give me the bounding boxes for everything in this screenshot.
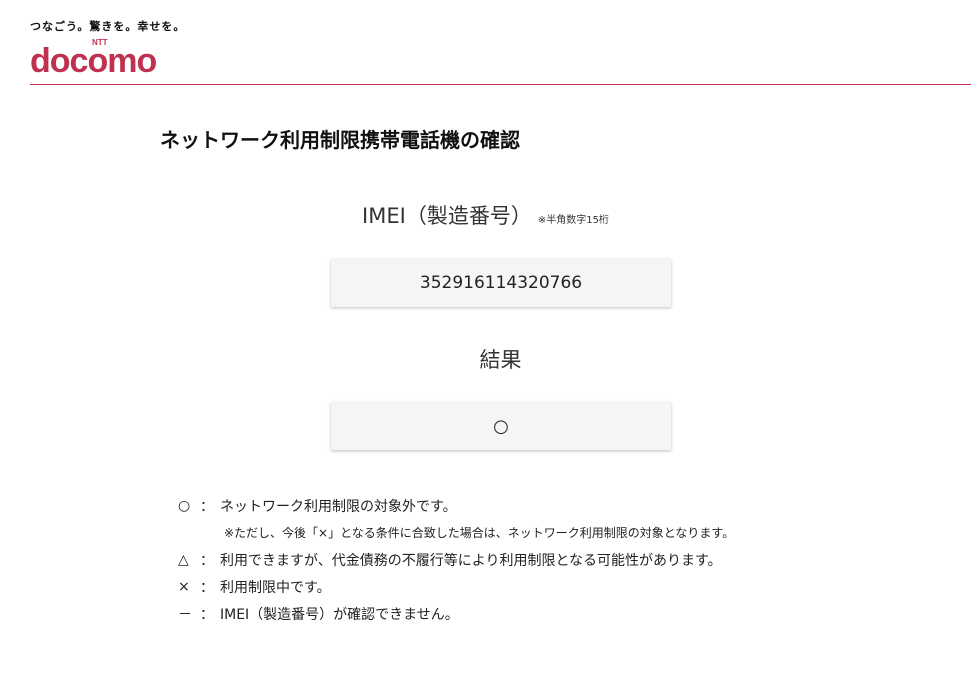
imei-value-box: 352916114320766 bbox=[331, 259, 671, 307]
imei-value: 352916114320766 bbox=[419, 273, 583, 293]
legend-note: ※ただし、今後「×」となる条件に合致した場合は、ネットワーク利用制限の対象となり… bbox=[224, 526, 735, 540]
result-value-box: ○ bbox=[331, 402, 671, 450]
legend-symbol: × bbox=[178, 578, 190, 595]
docomo-logo[interactable]: NTT docomo bbox=[30, 34, 180, 78]
site-header: つなごう。驚きを。幸せを。 NTT docomo bbox=[0, 0, 971, 86]
result-legend: ○ ： ネットワーク利用制限の対象外です。 ※ただし、今後「×」となる条件に合致… bbox=[178, 492, 734, 627]
page-title: ネットワーク利用制限携帯電話機の確認 bbox=[160, 128, 520, 152]
imei-note: ※半角数字15桁 bbox=[537, 215, 609, 226]
legend-row-unknown: － ： IMEI（製造番号）が確認できません。 bbox=[178, 600, 734, 627]
result-value: ○ bbox=[493, 415, 509, 437]
legend-colon: ： bbox=[200, 552, 214, 569]
legend-colon: ： bbox=[200, 579, 214, 596]
brand-tagline: つなごう。驚きを。幸せを。 bbox=[30, 20, 186, 33]
result-label: 結果 bbox=[479, 348, 522, 372]
legend-text: 利用できますが、代金債務の不履行等により利用制限となる可能性があります。 bbox=[220, 552, 722, 569]
imei-label: IMEI（製造番号） ※半角数字15桁 bbox=[0, 200, 971, 230]
legend-symbol: △ bbox=[178, 551, 189, 568]
legend-colon: ： bbox=[200, 498, 214, 515]
legend-row-caution: △ ： 利用できますが、代金債務の不履行等により利用制限となる可能性があります。 bbox=[178, 546, 734, 573]
legend-colon: ： bbox=[200, 606, 214, 623]
imei-label-text: IMEI（製造番号） bbox=[362, 204, 532, 228]
legend-text: ネットワーク利用制限の対象外です。 bbox=[220, 498, 457, 515]
legend-row-restricted: × ： 利用制限中です。 bbox=[178, 573, 734, 600]
logo-docomo-text: docomo bbox=[30, 42, 156, 78]
legend-symbol: － bbox=[178, 606, 192, 623]
header-divider bbox=[30, 84, 971, 85]
legend-text: IMEI（製造番号）が確認できません。 bbox=[220, 606, 459, 623]
legend-text: 利用制限中です。 bbox=[220, 579, 331, 596]
legend-row-ok: ○ ： ネットワーク利用制限の対象外です。 bbox=[178, 492, 734, 519]
legend-symbol: ○ bbox=[178, 497, 191, 514]
